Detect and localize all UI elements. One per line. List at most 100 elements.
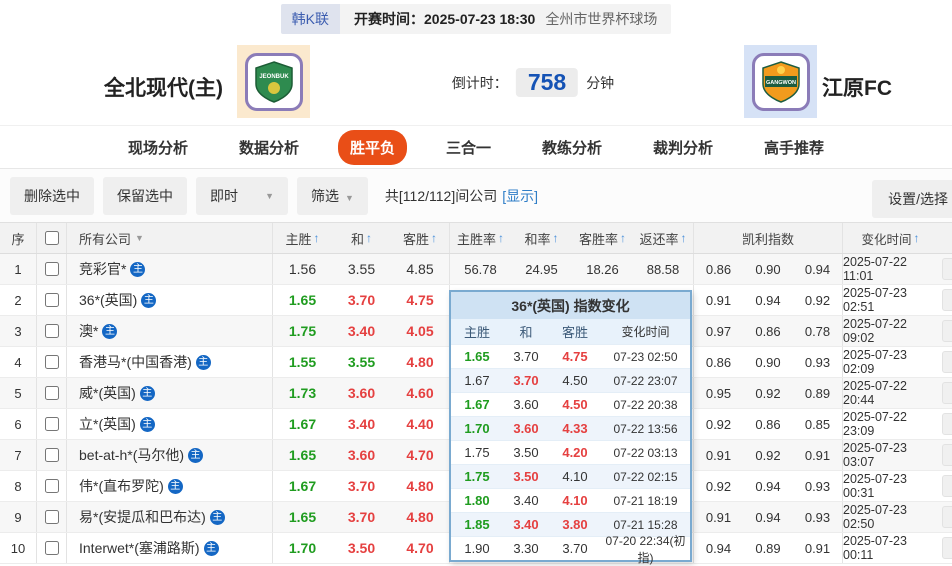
company-cell[interactable]: 香港马*(中国香港) 主 (67, 347, 273, 377)
company-cell[interactable]: 立*(英国) 主 (67, 409, 273, 439)
header-kelly: 凯利指数 (694, 223, 843, 253)
header-return-rate[interactable]: 返还率↑ (633, 223, 694, 253)
main-company-badge-icon: 主 (141, 293, 156, 308)
row-checkbox[interactable] (45, 479, 59, 493)
popup-change-time: 07-22 13:56 (601, 417, 690, 440)
row-number: 4 (0, 347, 37, 377)
kelly-away-value: 0.89 (793, 378, 843, 408)
header-company[interactable]: 所有公司 ▼ (67, 223, 273, 253)
change-time-value: 2025-07-23 02:50 (843, 502, 938, 532)
sort-asc-icon: ↑ (681, 231, 687, 245)
row-sliver (938, 316, 952, 346)
svg-text:GANGWON: GANGWON (766, 80, 796, 86)
header-change-time[interactable]: 变化时间↑ (843, 223, 938, 253)
company-cell[interactable]: bet-at-h*(马尔他) 主 (67, 440, 273, 470)
row-checkbox[interactable] (45, 386, 59, 400)
draw-odds-value: 3.50 (332, 533, 391, 563)
sort-asc-icon: ↑ (498, 231, 504, 245)
row-checkbox[interactable] (45, 510, 59, 524)
company-cell[interactable]: 澳* 主 (67, 316, 273, 346)
nav-tab[interactable]: 高手推荐 (752, 130, 836, 165)
row-action-button[interactable] (942, 475, 952, 497)
header-away-odds[interactable]: 客胜↑ (391, 223, 450, 253)
time-filter-dropdown[interactable]: 即时 ▼ (196, 177, 288, 215)
home-team-name: 全北现代(主) (104, 72, 223, 102)
row-checkbox-cell (37, 347, 67, 377)
nav-tab[interactable]: 现场分析 (116, 130, 200, 165)
popup-away-odds: 4.50 (549, 369, 601, 392)
row-sliver (938, 378, 952, 408)
nav-tab[interactable]: 教练分析 (530, 130, 614, 165)
row-checkbox[interactable] (45, 355, 59, 369)
row-checkbox[interactable] (45, 417, 59, 431)
row-action-button[interactable] (942, 258, 952, 280)
header-home-rate[interactable]: 主胜率↑ (450, 223, 511, 253)
settings-select-button[interactable]: 设置/选择 (872, 180, 952, 218)
row-action-button[interactable] (942, 537, 952, 559)
row-sliver (938, 471, 952, 501)
popup-draw-odds: 3.50 (503, 441, 549, 464)
away-odds-value: 4.75 (391, 285, 450, 315)
company-cell[interactable]: 威*(英国) 主 (67, 378, 273, 408)
kelly-draw-value: 0.94 (743, 285, 793, 315)
header-draw-rate[interactable]: 和率↑ (511, 223, 572, 253)
company-name: 伟*(直布罗陀) (79, 476, 164, 496)
row-action-button[interactable] (942, 320, 952, 342)
row-action-button[interactable] (942, 382, 952, 404)
kickoff-time-text: 开赛时间：2025-07-23 18:30 (354, 9, 535, 29)
home-odds-value: 1.65 (273, 502, 332, 532)
popup-away-odds: 4.10 (549, 465, 601, 488)
popup-change-time: 07-22 23:07 (601, 369, 690, 392)
sort-asc-icon: ↑ (620, 231, 626, 245)
row-action-button[interactable] (942, 444, 952, 466)
countdown-value: 758 (528, 69, 566, 95)
header-home-odds[interactable]: 主胜↑ (273, 223, 332, 253)
row-action-button[interactable] (942, 289, 952, 311)
popup-header-time: 变化时间 (601, 323, 690, 340)
row-sliver (938, 502, 952, 532)
popup-home-odds: 1.70 (451, 417, 503, 440)
company-filter-icon: ▼ (135, 233, 144, 243)
company-cell[interactable]: Interwet*(塞浦路斯) 主 (67, 533, 273, 563)
popup-away-odds: 3.70 (549, 537, 601, 560)
company-name: bet-at-h*(马尔他) (79, 445, 184, 465)
change-time-value: 2025-07-22 09:02 (843, 316, 938, 346)
filter-button[interactable]: 筛选▼ (297, 177, 368, 215)
draw-odds-value: 3.60 (332, 378, 391, 408)
company-cell[interactable]: 36*(英国) 主 (67, 285, 273, 315)
company-cell[interactable]: 易*(安提瓜和巴布达) 主 (67, 502, 273, 532)
row-action-button[interactable] (942, 351, 952, 373)
row-checkbox-cell (37, 533, 67, 563)
company-cell[interactable]: 竞彩官* 主 (67, 254, 273, 284)
row-checkbox[interactable] (45, 541, 59, 555)
row-action-button[interactable] (942, 506, 952, 528)
main-company-badge-icon: 主 (102, 324, 117, 339)
kelly-home-value: 0.86 (694, 347, 743, 377)
row-checkbox[interactable] (45, 293, 59, 307)
row-checkbox[interactable] (45, 262, 59, 276)
nav-tab[interactable]: 三合一 (434, 130, 503, 165)
company-cell[interactable]: 伟*(直布罗陀) 主 (67, 471, 273, 501)
popup-draw-odds: 3.70 (503, 369, 549, 392)
row-sliver (938, 533, 952, 563)
popup-row: 1.80 3.40 4.10 07-21 18:19 (451, 488, 690, 512)
company-name: 香港马*(中国香港) (79, 352, 192, 372)
row-action-button[interactable] (942, 413, 952, 435)
header-draw-odds[interactable]: 和↑ (332, 223, 391, 253)
show-link[interactable]: [显示] (502, 186, 538, 206)
away-odds-value: 4.05 (391, 316, 450, 346)
kelly-home-value: 0.86 (694, 254, 743, 284)
row-checkbox[interactable] (45, 324, 59, 338)
kelly-away-value: 0.92 (793, 285, 843, 315)
main-company-badge-icon: 主 (168, 479, 183, 494)
delete-selected-button[interactable]: 删除选中 (10, 177, 94, 215)
header-away-rate[interactable]: 客胜率↑ (572, 223, 633, 253)
nav-tab[interactable]: 胜平负 (338, 130, 407, 165)
kelly-away-value: 0.93 (793, 502, 843, 532)
row-checkbox[interactable] (45, 448, 59, 462)
keep-selected-button[interactable]: 保留选中 (103, 177, 187, 215)
select-all-checkbox[interactable] (45, 231, 59, 245)
away-odds-value: 4.70 (391, 440, 450, 470)
nav-tab[interactable]: 数据分析 (227, 130, 311, 165)
nav-tab[interactable]: 裁判分析 (641, 130, 725, 165)
